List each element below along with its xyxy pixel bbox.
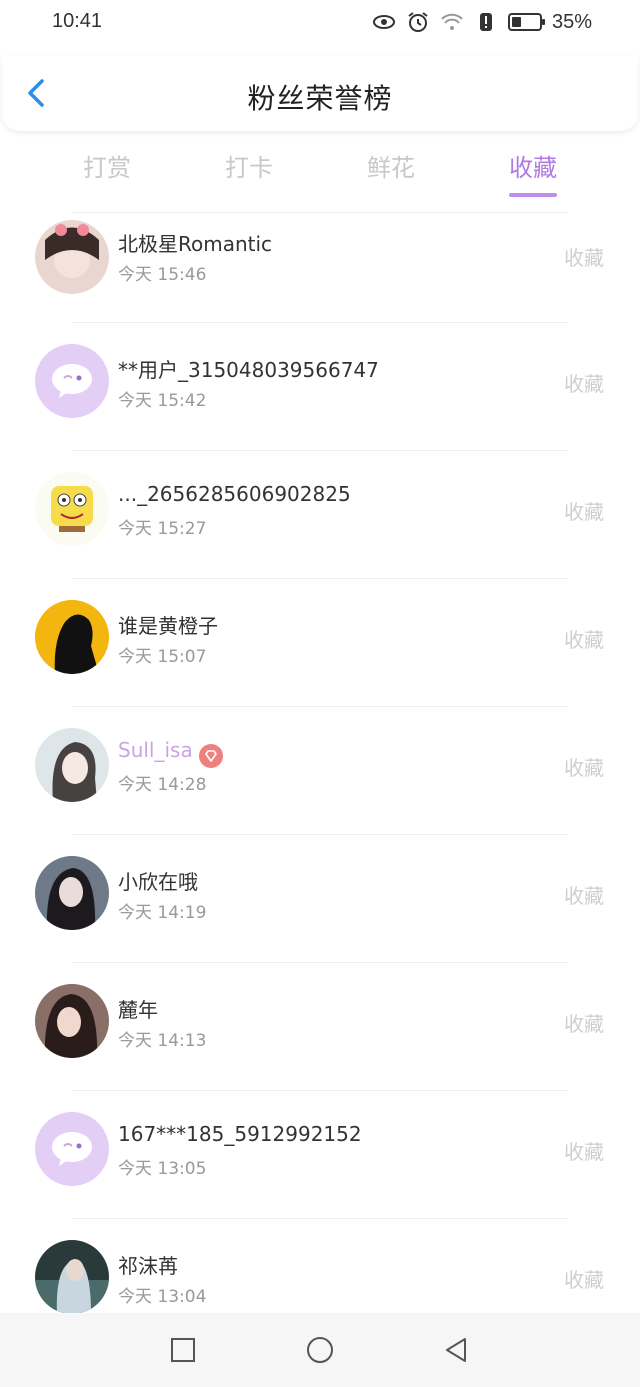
battery-icon bbox=[507, 13, 545, 31]
favorite-label: 收藏 bbox=[564, 756, 604, 780]
user-time: 今天 15:27 bbox=[118, 519, 207, 539]
battery-percent: 35% bbox=[551, 10, 592, 33]
list-item[interactable]: Sull_isa 今天 14:28 收藏 bbox=[0, 706, 640, 834]
divider bbox=[72, 212, 568, 213]
status-bar: 10:41 35% bbox=[0, 0, 640, 50]
divider bbox=[72, 450, 568, 451]
user-name: 167***185_5912992152 bbox=[118, 1122, 362, 1146]
tab-checkin[interactable]: 打卡 bbox=[189, 148, 309, 183]
favorite-label: 收藏 bbox=[564, 1140, 604, 1164]
signal-alert-icon bbox=[479, 13, 492, 31]
vip-diamond-icon bbox=[199, 744, 223, 768]
status-time: 10:41 bbox=[52, 10, 103, 32]
alarm-icon bbox=[408, 12, 428, 32]
favorite-label: 收藏 bbox=[564, 884, 604, 908]
list-item[interactable]: 167***185_5912992152 今天 13:05 收藏 bbox=[0, 1090, 640, 1218]
favorite-label: 收藏 bbox=[564, 372, 604, 396]
favorite-label: 收藏 bbox=[564, 1012, 604, 1036]
page-title: 粉丝荣誉榜 bbox=[247, 82, 393, 115]
user-time: 今天 15:07 bbox=[118, 647, 207, 667]
favorite-label: 收藏 bbox=[564, 628, 604, 652]
avatar[interactable] bbox=[35, 472, 109, 546]
avatar[interactable] bbox=[35, 600, 109, 674]
system-nav-bar bbox=[0, 1313, 640, 1387]
favorite-label: 收藏 bbox=[564, 500, 604, 524]
user-time: 今天 14:28 bbox=[118, 775, 207, 795]
list-item[interactable]: 北极星Romantic 今天 15:46 收藏 bbox=[0, 212, 640, 322]
back-triangle-icon[interactable] bbox=[441, 1335, 471, 1365]
tab-reward[interactable]: 打赏 bbox=[47, 148, 167, 183]
divider bbox=[72, 1090, 568, 1091]
divider bbox=[72, 1218, 568, 1219]
divider bbox=[72, 834, 568, 835]
list-item[interactable]: 麓年 今天 14:13 收藏 bbox=[0, 962, 640, 1090]
divider bbox=[72, 962, 568, 963]
list-item[interactable]: ..._2656285606902825 今天 15:27 收藏 bbox=[0, 450, 640, 578]
home-icon[interactable] bbox=[305, 1335, 335, 1365]
avatar[interactable] bbox=[35, 728, 109, 802]
tab-flowers[interactable]: 鲜花 bbox=[331, 148, 451, 183]
divider bbox=[72, 706, 568, 707]
user-name: ..._2656285606902825 bbox=[118, 482, 351, 506]
avatar[interactable] bbox=[35, 1240, 109, 1314]
divider bbox=[72, 322, 568, 323]
user-name: 谁是黄橙子 bbox=[118, 614, 218, 638]
user-time: 今天 13:05 bbox=[118, 1159, 207, 1179]
user-time: 今天 13:04 bbox=[118, 1287, 207, 1307]
avatar[interactable] bbox=[35, 220, 109, 294]
avatar[interactable] bbox=[35, 856, 109, 930]
user-name: 麓年 bbox=[118, 998, 158, 1022]
list-item[interactable]: 谁是黄橙子 今天 15:07 收藏 bbox=[0, 578, 640, 706]
status-icons: 35% bbox=[372, 10, 592, 34]
divider bbox=[72, 578, 568, 579]
user-time: 今天 15:42 bbox=[118, 391, 207, 411]
eye-icon bbox=[372, 15, 395, 29]
header: 粉丝荣誉榜 bbox=[2, 55, 638, 131]
user-name: Sull_isa bbox=[118, 738, 193, 762]
list-item[interactable]: 小欣在哦 今天 14:19 收藏 bbox=[0, 834, 640, 962]
fan-list: 北极星Romantic 今天 15:46 收藏 **用户_31504803956… bbox=[0, 212, 640, 1346]
favorite-label: 收藏 bbox=[564, 246, 604, 270]
avatar[interactable] bbox=[35, 344, 109, 418]
tab-bar: 打赏 打卡 鲜花 收藏 bbox=[0, 148, 640, 208]
avatar[interactable] bbox=[35, 1112, 109, 1186]
wifi-icon bbox=[441, 13, 463, 30]
user-time: 今天 14:13 bbox=[118, 1031, 207, 1051]
favorite-label: 收藏 bbox=[564, 1268, 604, 1292]
avatar[interactable] bbox=[35, 984, 109, 1058]
user-name: 祁沫苒 bbox=[118, 1254, 178, 1278]
user-name: 北极星Romantic bbox=[118, 232, 273, 256]
list-item[interactable]: **用户_315048039566747 今天 15:42 收藏 bbox=[0, 322, 640, 450]
user-time: 今天 14:19 bbox=[118, 903, 207, 923]
tab-indicator bbox=[509, 193, 557, 197]
user-name: **用户_315048039566747 bbox=[118, 358, 379, 382]
recent-apps-icon[interactable] bbox=[168, 1335, 198, 1365]
user-time: 今天 15:46 bbox=[118, 265, 207, 285]
tab-favorites[interactable]: 收藏 bbox=[473, 148, 593, 183]
user-name: 小欣在哦 bbox=[118, 870, 198, 894]
